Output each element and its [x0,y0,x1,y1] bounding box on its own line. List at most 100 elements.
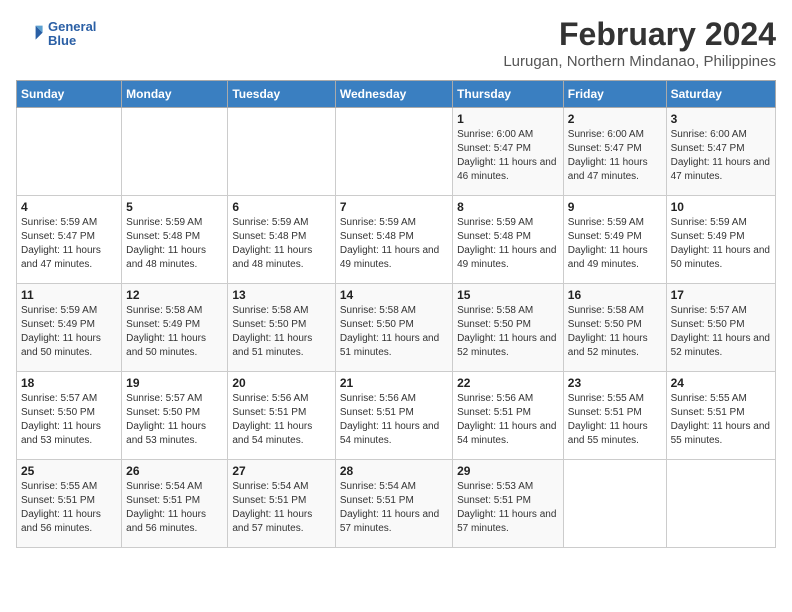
day-info: Sunrise: 5:58 AMSunset: 5:50 PMDaylight:… [340,304,448,360]
day-cell: 11 Sunrise: 5:59 AMSunset: 5:49 PMDayligh… [17,284,122,372]
day-info: Sunrise: 5:57 AMSunset: 5:50 PMDaylight:… [126,392,223,448]
day-number: 19 [126,376,223,390]
title-block: February 2024 Lurugan, Northern Mindanao… [503,16,776,70]
day-number: 29 [457,464,559,478]
day-cell: 20 Sunrise: 5:56 AMSunset: 5:51 PMDayligh… [228,372,335,460]
day-cell: 6 Sunrise: 5:59 AMSunset: 5:48 PMDaylight… [228,196,335,284]
day-number: 10 [671,200,771,214]
day-cell: 5Sunrise: 5:59 AMSunset: 5:48 PMDaylight… [122,196,228,284]
day-cell: 4 Sunrise: 5:59 AMSunset: 5:47 PMDaylight… [17,196,122,284]
day-cell: 8 Sunrise: 5:59 AMSunset: 5:48 PMDaylight… [453,196,564,284]
day-cell: 9 Sunrise: 5:59 AMSunset: 5:49 PMDaylight… [563,196,666,284]
day-cell [335,108,452,196]
day-cell: 27 Sunrise: 5:54 AMSunset: 5:51 PMDayligh… [228,460,335,548]
page-title: February 2024 [503,16,776,53]
header-wednesday: Wednesday [335,81,452,108]
day-number: 24 [671,376,771,390]
day-cell: 1Sunrise: 6:00 AMSunset: 5:47 PMDaylight… [453,108,564,196]
day-cell: 10Sunrise: 5:59 AMSunset: 5:49 PMDayligh… [666,196,775,284]
day-number: 21 [340,376,448,390]
day-number: 18 [21,376,117,390]
day-number: 27 [232,464,330,478]
week-row-4: 25 Sunrise: 5:55 AMSunset: 5:51 PMDayligh… [17,460,776,548]
day-cell: 26Sunrise: 5:54 AMSunset: 5:51 PMDayligh… [122,460,228,548]
day-info: Sunrise: 5:56 AMSunset: 5:51 PMDaylight:… [232,392,330,448]
day-cell: 23 Sunrise: 5:55 AMSunset: 5:51 PMDayligh… [563,372,666,460]
day-info: Sunrise: 5:57 AMSunset: 5:50 PMDaylight:… [671,304,771,360]
day-info: Sunrise: 5:59 AMSunset: 5:49 PMDaylight:… [21,304,117,360]
day-number: 7 [340,200,448,214]
logo-text: General Blue [48,20,96,49]
day-number: 23 [568,376,662,390]
header-saturday: Saturday [666,81,775,108]
day-info: Sunrise: 5:55 AMSunset: 5:51 PMDaylight:… [21,480,117,536]
day-number: 8 [457,200,559,214]
header-tuesday: Tuesday [228,81,335,108]
day-number: 22 [457,376,559,390]
calendar-header: SundayMondayTuesdayWednesdayThursdayFrid… [17,81,776,108]
day-number: 28 [340,464,448,478]
calendar-body: 1Sunrise: 6:00 AMSunset: 5:47 PMDaylight… [17,108,776,548]
day-cell: 21 Sunrise: 5:56 AMSunset: 5:51 PMDayligh… [335,372,452,460]
day-cell: 7 Sunrise: 5:59 AMSunset: 5:48 PMDaylight… [335,196,452,284]
day-info: Sunrise: 5:54 AMSunset: 5:51 PMDaylight:… [340,480,448,536]
day-number: 16 [568,288,662,302]
day-cell: 16 Sunrise: 5:58 AMSunset: 5:50 PMDayligh… [563,284,666,372]
day-cell: 3 Sunrise: 6:00 AMSunset: 5:47 PMDaylight… [666,108,775,196]
day-number: 13 [232,288,330,302]
day-info: Sunrise: 5:58 AMSunset: 5:50 PMDaylight:… [457,304,559,360]
day-cell: 13 Sunrise: 5:58 AMSunset: 5:50 PMDayligh… [228,284,335,372]
logo: General Blue [16,20,96,49]
day-cell: 18 Sunrise: 5:57 AMSunset: 5:50 PMDayligh… [17,372,122,460]
day-number: 14 [340,288,448,302]
day-info: Sunrise: 6:00 AMSunset: 5:47 PMDaylight:… [671,128,771,184]
week-row-2: 11 Sunrise: 5:59 AMSunset: 5:49 PMDayligh… [17,284,776,372]
page-subtitle: Lurugan, Northern Mindanao, Philippines [503,53,776,70]
day-info: Sunrise: 5:59 AMSunset: 5:49 PMDaylight:… [568,216,662,272]
day-info: Sunrise: 5:59 AMSunset: 5:48 PMDaylight:… [457,216,559,272]
day-info: Sunrise: 5:59 AMSunset: 5:48 PMDaylight:… [340,216,448,272]
day-cell [17,108,122,196]
day-cell: 28 Sunrise: 5:54 AMSunset: 5:51 PMDayligh… [335,460,452,548]
day-cell: 19 Sunrise: 5:57 AMSunset: 5:50 PMDayligh… [122,372,228,460]
header-thursday: Thursday [453,81,564,108]
day-cell: 15Sunrise: 5:58 AMSunset: 5:50 PMDayligh… [453,284,564,372]
calendar-table: SundayMondayTuesdayWednesdayThursdayFrid… [16,80,776,548]
day-cell: 25 Sunrise: 5:55 AMSunset: 5:51 PMDayligh… [17,460,122,548]
day-number: 26 [126,464,223,478]
day-cell: 14 Sunrise: 5:58 AMSunset: 5:50 PMDayligh… [335,284,452,372]
day-info: Sunrise: 6:00 AMSunset: 5:47 PMDaylight:… [457,128,559,184]
day-info: Sunrise: 6:00 AMSunset: 5:47 PMDaylight:… [568,128,662,184]
day-cell [122,108,228,196]
day-info: Sunrise: 5:53 AMSunset: 5:51 PMDaylight:… [457,480,559,536]
header-monday: Monday [122,81,228,108]
day-number: 4 [21,200,117,214]
day-number: 20 [232,376,330,390]
week-row-1: 4 Sunrise: 5:59 AMSunset: 5:47 PMDaylight… [17,196,776,284]
day-number: 12 [126,288,223,302]
logo-line1: General [48,20,96,34]
day-number: 6 [232,200,330,214]
day-cell: 29 Sunrise: 5:53 AMSunset: 5:51 PMDayligh… [453,460,564,548]
day-info: Sunrise: 5:56 AMSunset: 5:51 PMDaylight:… [340,392,448,448]
day-cell [228,108,335,196]
day-number: 3 [671,112,771,126]
day-number: 9 [568,200,662,214]
day-number: 25 [21,464,117,478]
day-info: Sunrise: 5:57 AMSunset: 5:50 PMDaylight:… [21,392,117,448]
day-info: Sunrise: 5:55 AMSunset: 5:51 PMDaylight:… [671,392,771,448]
day-info: Sunrise: 5:59 AMSunset: 5:47 PMDaylight:… [21,216,117,272]
day-info: Sunrise: 5:55 AMSunset: 5:51 PMDaylight:… [568,392,662,448]
day-info: Sunrise: 5:58 AMSunset: 5:50 PMDaylight:… [568,304,662,360]
page-header: General Blue February 2024 Lurugan, Nort… [16,16,776,70]
day-info: Sunrise: 5:59 AMSunset: 5:48 PMDaylight:… [232,216,330,272]
week-row-3: 18 Sunrise: 5:57 AMSunset: 5:50 PMDayligh… [17,372,776,460]
day-number: 11 [21,288,117,302]
day-number: 5 [126,200,223,214]
day-info: Sunrise: 5:58 AMSunset: 5:50 PMDaylight:… [232,304,330,360]
week-row-0: 1Sunrise: 6:00 AMSunset: 5:47 PMDaylight… [17,108,776,196]
header-row: SundayMondayTuesdayWednesdayThursdayFrid… [17,81,776,108]
day-info: Sunrise: 5:54 AMSunset: 5:51 PMDaylight:… [232,480,330,536]
logo-line2: Blue [48,34,96,48]
day-cell: 24 Sunrise: 5:55 AMSunset: 5:51 PMDayligh… [666,372,775,460]
